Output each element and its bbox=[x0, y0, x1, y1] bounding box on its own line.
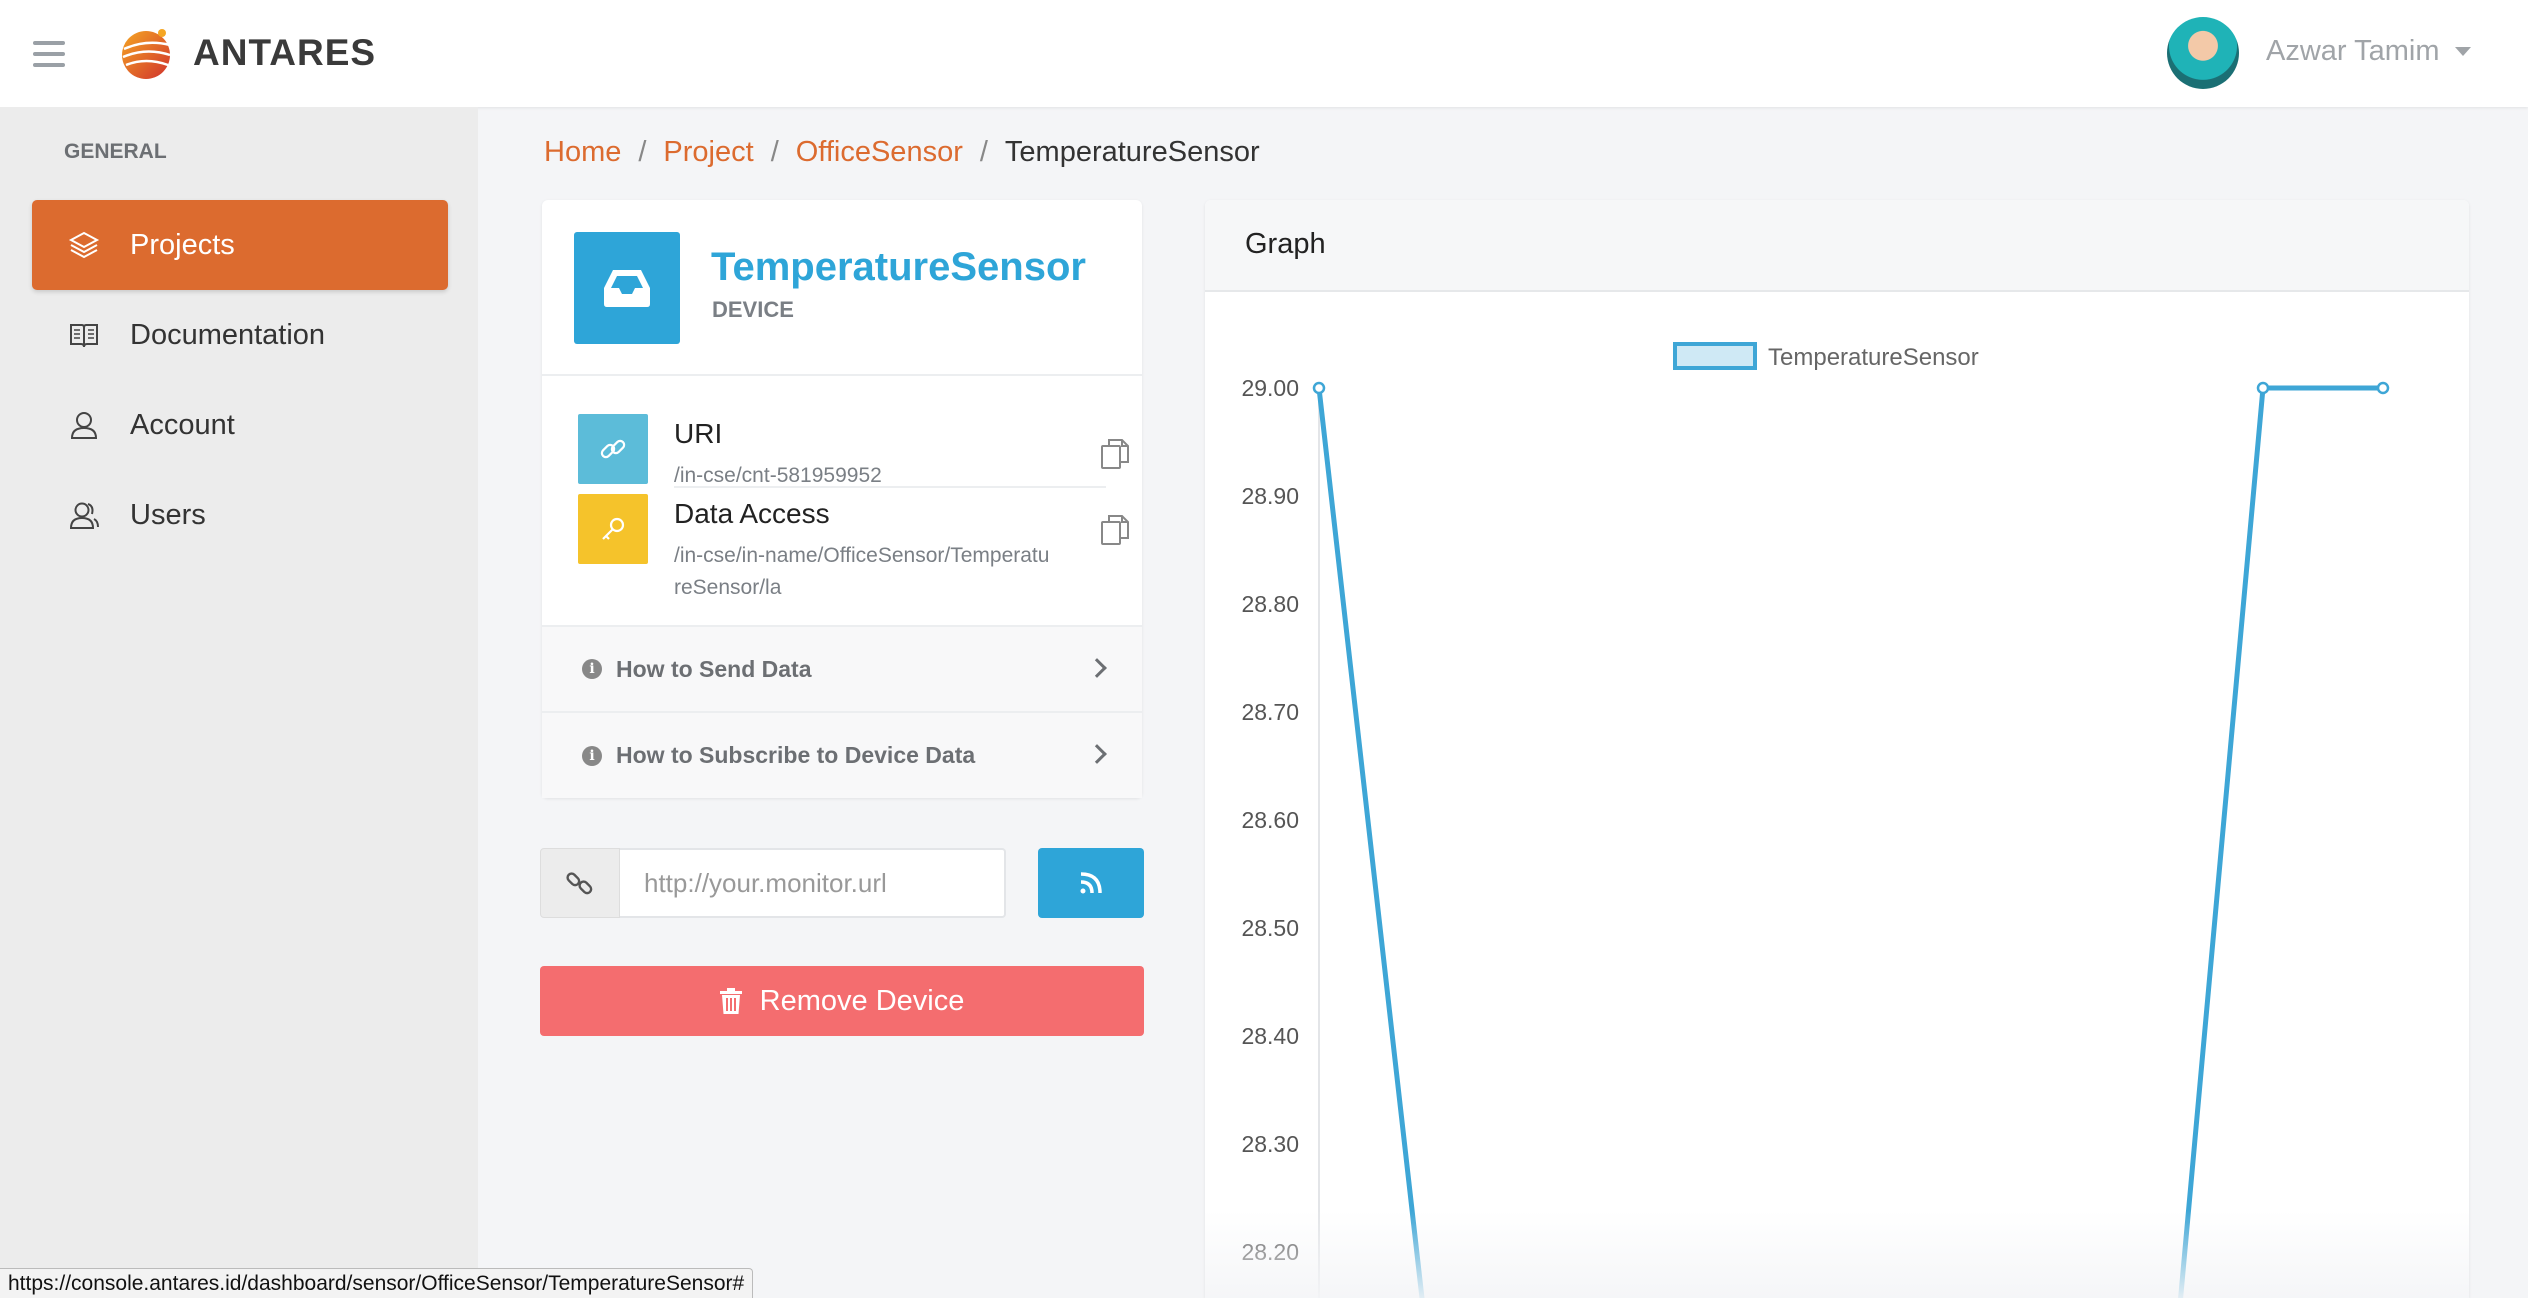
y-tick-label: 29.00 bbox=[1241, 375, 1299, 401]
sidebar-heading: GENERAL bbox=[64, 140, 167, 163]
chevron-down-icon[interactable] bbox=[2455, 47, 2471, 56]
device-name: TemperatureSensor bbox=[711, 245, 1086, 289]
link-icon bbox=[566, 872, 593, 895]
sidebar-item-label: Projects bbox=[130, 228, 235, 261]
monitor-link-addon bbox=[540, 848, 620, 918]
row-divider bbox=[674, 486, 1106, 488]
graph-card: Graph 29.00 28.90 28.80 28.70 28.60 28.50 28.4… bbox=[1205, 200, 2469, 1298]
breadcrumb-officesensor[interactable]: OfficeSensor bbox=[796, 136, 963, 169]
sidebar-item-account[interactable]: Account bbox=[32, 380, 448, 470]
how-to-subscribe-label: How to Subscribe to Device Data bbox=[616, 742, 976, 768]
y-tick-label: 28.80 bbox=[1241, 591, 1299, 617]
y-tick-label: 28.50 bbox=[1241, 915, 1299, 941]
how-to-subscribe[interactable]: i How to Subscribe to Device Data bbox=[542, 711, 1142, 798]
chevron-right-icon bbox=[1087, 658, 1107, 678]
trash-icon bbox=[719, 988, 742, 1014]
key-icon bbox=[578, 494, 648, 564]
device-header: TemperatureSensor DEVICE bbox=[542, 200, 1142, 376]
sidebar-item-label: Account bbox=[130, 408, 235, 441]
y-tick-label: 28.40 bbox=[1241, 1023, 1299, 1049]
copy-data-access-icon[interactable] bbox=[1100, 514, 1130, 546]
book-icon bbox=[66, 317, 102, 353]
y-tick-label: 28.30 bbox=[1241, 1131, 1299, 1157]
users-icon bbox=[66, 497, 102, 533]
uri-label: URI bbox=[674, 418, 723, 449]
data-access-label: Data Access bbox=[674, 498, 830, 529]
data-point bbox=[2376, 381, 2390, 395]
sidebar-item-label: Documentation bbox=[130, 318, 326, 351]
sidebar-item-users[interactable]: Users bbox=[32, 470, 448, 560]
subscribe-rss-button[interactable] bbox=[1038, 848, 1144, 918]
top-bar: ANTARES Azwar Tamim bbox=[0, 0, 2528, 107]
sidebar-item-documentation[interactable]: Documentation bbox=[32, 290, 448, 380]
brand-name[interactable]: ANTARES bbox=[193, 32, 376, 74]
inbox-icon bbox=[574, 232, 680, 344]
breadcrumb-project[interactable]: Project bbox=[663, 136, 753, 169]
rss-icon bbox=[1080, 872, 1102, 894]
breadcrumb-current: TemperatureSensor bbox=[1004, 136, 1260, 168]
breadcrumb: Home / Project / OfficeSensor / Temperat… bbox=[544, 136, 1260, 169]
legend-swatch bbox=[1673, 342, 1757, 370]
avatar[interactable] bbox=[2167, 17, 2239, 89]
device-type: DEVICE bbox=[712, 297, 794, 322]
status-bar-url: https://console.antares.id/dashboard/sen… bbox=[0, 1268, 754, 1298]
data-access-value: /in-cse/in-name/OfficeSensor/Temperature… bbox=[674, 544, 1050, 599]
temperature-chart: 29.00 28.90 28.80 28.70 28.60 28.50 28.40 28.30… bbox=[1241, 342, 2390, 1298]
y-tick-label: 28.90 bbox=[1241, 483, 1299, 509]
antares-logo-icon bbox=[122, 29, 171, 79]
sidebar-item-label: Users bbox=[130, 498, 206, 531]
y-tick-label: 28.60 bbox=[1241, 807, 1299, 833]
graph-fade bbox=[1205, 1210, 2469, 1298]
breadcrumb-separator: / bbox=[638, 136, 647, 168]
how-to-send-data[interactable]: i How to Send Data bbox=[542, 625, 1142, 711]
chevron-right-icon bbox=[1087, 744, 1107, 764]
info-icon: i bbox=[582, 745, 602, 766]
y-tick-label: 28.70 bbox=[1241, 699, 1299, 725]
hamburger-menu-icon[interactable] bbox=[33, 41, 65, 67]
how-to-send-label: How to Send Data bbox=[616, 655, 812, 682]
data-point bbox=[2256, 381, 2270, 395]
device-card: TemperatureSensor DEVICE URI /in-cse/cnt… bbox=[542, 200, 1142, 798]
user-icon bbox=[66, 407, 102, 443]
copy-uri-icon[interactable] bbox=[1100, 438, 1130, 470]
breadcrumb-separator: / bbox=[979, 136, 988, 168]
data-point bbox=[1312, 381, 1326, 395]
series-line bbox=[1316, 385, 2383, 1298]
user-name[interactable]: Azwar Tamim bbox=[2266, 35, 2440, 68]
link-icon bbox=[578, 414, 648, 484]
breadcrumb-separator: / bbox=[770, 136, 779, 168]
sidebar-item-projects[interactable]: Projects bbox=[32, 200, 448, 290]
sidebar: GENERAL Projects Documentation Account U… bbox=[0, 107, 478, 1298]
remove-device-button[interactable]: Remove Device bbox=[540, 966, 1144, 1036]
info-icon: i bbox=[582, 659, 602, 679]
layers-icon bbox=[66, 227, 102, 263]
monitor-url-input[interactable] bbox=[620, 848, 1006, 918]
remove-device-label: Remove Device bbox=[759, 984, 965, 1017]
breadcrumb-home[interactable]: Home bbox=[544, 136, 621, 169]
legend-label: TemperatureSensor bbox=[1768, 344, 1979, 371]
